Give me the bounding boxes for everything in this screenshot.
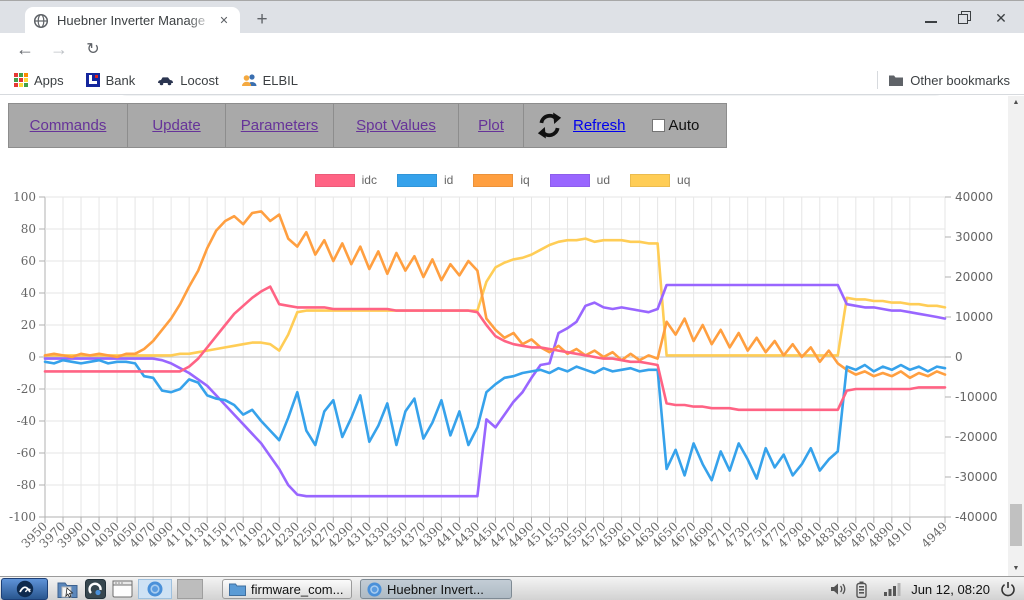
reload-button[interactable]: ↻ (80, 37, 106, 63)
forward-button[interactable]: → (46, 37, 72, 63)
y-left-tick-label: -80 (17, 478, 36, 492)
start-menu-button[interactable] (1, 578, 48, 600)
minimize-icon (925, 21, 937, 23)
desktop-pager[interactable] (177, 579, 203, 599)
y-right-tick-label: -20000 (955, 430, 998, 444)
nav-cell-update: Update (128, 104, 226, 147)
file-manager-icon (57, 579, 78, 599)
bookmarks-bar: Apps Bank Locost ELBIL Other boo (0, 66, 1024, 95)
nav-cell-commands: Commands (9, 104, 128, 147)
y-right-tick-label: 10000 (955, 310, 993, 324)
scrollbar-thumb[interactable] (1010, 504, 1022, 546)
folder-icon (888, 73, 904, 87)
chart-area: idcidiquduq 3950397039904010403040504070… (0, 160, 1008, 576)
new-tab-button[interactable]: + (250, 9, 274, 33)
terminal-launcher[interactable] (112, 579, 133, 600)
nav-cell-refresh: Refresh Auto (524, 104, 726, 147)
y-right-tick-label: 40000 (955, 190, 993, 204)
y-right-tick-label: 30000 (955, 230, 993, 244)
scroll-up-button[interactable]: ▲ (1008, 96, 1024, 110)
bank-icon (86, 73, 100, 87)
nav-link-spot-values[interactable]: Spot Values (356, 117, 436, 134)
y-right-tick-label: -40000 (955, 510, 998, 524)
window-restore-button[interactable] (954, 9, 976, 27)
y-left-tick-label: 0 (28, 350, 36, 364)
web-page: Commands Update Parameters Spot Values P… (0, 96, 1008, 576)
y-left-tick-label: 100 (13, 190, 36, 204)
tab-title: Huebner Inverter Manage (57, 13, 216, 28)
auto-label: Auto (669, 117, 700, 134)
page-scrollbar[interactable]: ▲ ▼ (1008, 96, 1024, 576)
tab-strip: Huebner Inverter Manage ✕ + ✕ (0, 0, 1024, 33)
y-right-tick-label: 0 (955, 350, 963, 364)
window-close-button[interactable]: ✕ (990, 9, 1012, 27)
nav-link-plot[interactable]: Plot (478, 117, 504, 134)
y-right-tick-label: 20000 (955, 270, 993, 284)
auto-checkbox[interactable] (652, 119, 665, 132)
nav-cell-plot: Plot (459, 104, 524, 147)
y-left-tick-label: -40 (17, 414, 36, 428)
browser-toolbar: ← → ↻ Not secure 192.168.4.1/#plot ☆ ⋮ (0, 33, 1024, 66)
people-icon (241, 73, 257, 87)
network-signal-tray-icon[interactable] (883, 582, 903, 596)
bookmarks-divider (877, 71, 878, 89)
scroll-down-button[interactable]: ▼ (1008, 562, 1024, 576)
swirl-browser-icon (85, 579, 106, 599)
nav-cell-spot-values: Spot Values (334, 104, 459, 147)
refresh-icon[interactable] (536, 112, 563, 139)
bookmark-elbil[interactable]: ELBIL (241, 73, 298, 88)
task-label: firmware_com... (251, 582, 343, 597)
nav-link-commands[interactable]: Commands (30, 117, 107, 134)
y-right-tick-label: -30000 (955, 470, 998, 484)
start-logo-icon (16, 580, 34, 598)
y-left-tick-label: 60 (21, 254, 36, 268)
y-left-tick-label: 20 (21, 318, 36, 332)
y-left-tick-label: 40 (21, 286, 36, 300)
nav-link-update[interactable]: Update (152, 117, 200, 134)
desktop: Huebner Inverter Manage ✕ + ✕ ← → ↻ Not … (0, 0, 1024, 600)
bookmark-bank[interactable]: Bank (86, 73, 136, 88)
file-manager-launcher[interactable] (57, 579, 78, 600)
window-icon (112, 579, 133, 599)
volume-tray-icon[interactable] (830, 582, 848, 596)
bookmark-locost[interactable]: Locost (157, 73, 218, 88)
y-left-tick-label: -100 (9, 510, 36, 524)
y-right-tick-label: -10000 (955, 390, 998, 404)
taskbar-clock[interactable]: Jun 12, 08:20 (911, 582, 990, 597)
y-left-tick-label: -20 (17, 382, 36, 396)
chromium-launcher[interactable] (138, 579, 172, 599)
apps-grid-icon (14, 73, 28, 87)
folder-icon (229, 582, 246, 596)
window-minimize-button[interactable] (920, 9, 942, 27)
power-button[interactable] (1000, 581, 1016, 597)
task-button-firmware[interactable]: firmware_com... (222, 579, 352, 599)
tab-close-icon[interactable]: ✕ (216, 13, 232, 29)
nav-link-refresh[interactable]: Refresh (573, 117, 626, 134)
battery-tray-icon[interactable] (856, 581, 867, 598)
browser-launcher[interactable] (85, 579, 106, 600)
nav-cell-parameters: Parameters (226, 104, 334, 147)
task-button-huebner[interactable]: Huebner Invert... (360, 579, 512, 599)
chromium-icon (147, 581, 163, 597)
system-tray: Jun 12, 08:20 (822, 577, 1024, 600)
y-left-tick-label: 80 (21, 222, 36, 236)
other-bookmarks-button[interactable]: Other bookmarks (888, 73, 1010, 88)
chromium-icon (367, 582, 382, 597)
back-button[interactable]: ← (12, 37, 38, 63)
globe-favicon-icon (33, 13, 49, 29)
car-icon (157, 74, 174, 86)
task-label: Huebner Invert... (387, 582, 484, 597)
browser-tab[interactable]: Huebner Inverter Manage ✕ (25, 7, 240, 34)
nav-link-parameters[interactable]: Parameters (241, 117, 319, 134)
chart-canvas[interactable]: 3950397039904010403040504070409041104130… (0, 160, 1008, 576)
taskbar: firmware_com... Huebner Invert... (0, 576, 1024, 600)
bookmark-apps[interactable]: Apps (14, 73, 64, 88)
x-tick-label: 4949 (919, 519, 950, 550)
site-nav-bar: Commands Update Parameters Spot Values P… (8, 103, 727, 148)
y-left-tick-label: -60 (17, 446, 36, 460)
